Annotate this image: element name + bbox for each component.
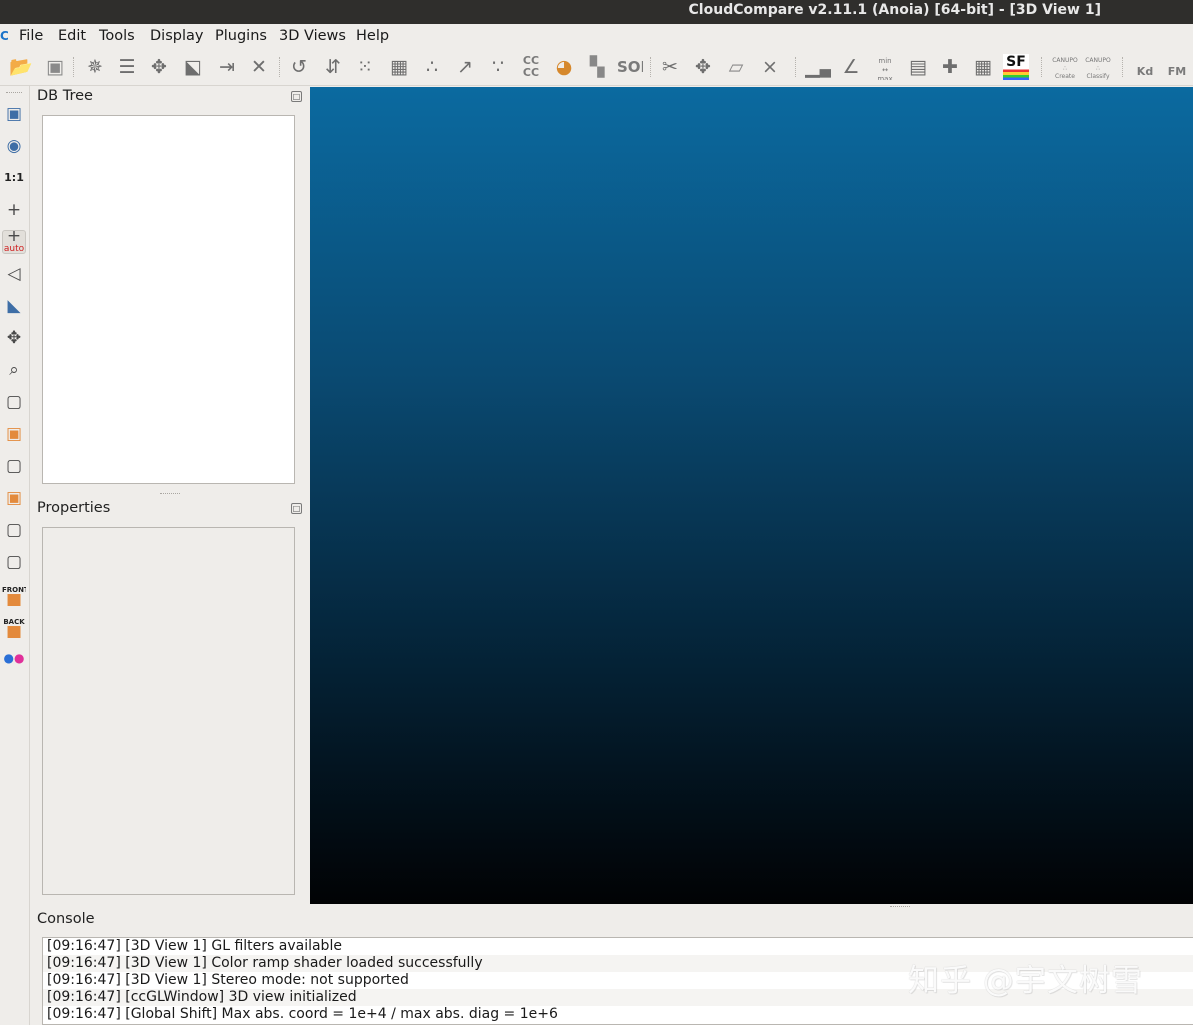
canupo-label-2: CANUPO (1085, 57, 1111, 64)
menu-plugins[interactable]: Plugins (215, 27, 267, 45)
menu-bar: C File Edit Tools Display Plugins 3D Vie… (0, 24, 1193, 48)
clone-icon[interactable]: ✵ (82, 54, 108, 80)
scale-1-1-icon[interactable]: 1:1 (2, 166, 26, 190)
checker-icon[interactable]: ▚ (584, 54, 610, 80)
menu-file[interactable]: File (19, 27, 43, 45)
view-right-icon[interactable]: ▣ (2, 486, 26, 510)
segment-icon[interactable]: ⇥ (214, 54, 240, 80)
app-logo-icon: C (0, 29, 8, 43)
panel-splitter[interactable] (160, 493, 180, 496)
db-tree-view[interactable] (42, 115, 295, 484)
window-title: CloudCompare v2.11.1 (Anoia) [64-bit] - … (688, 2, 1101, 18)
console-line: [09:16:47] [Global Shift] Max abs. coord… (47, 1006, 558, 1022)
front-label: FRONT (2, 586, 26, 594)
display-icon[interactable]: ▣ (2, 102, 26, 126)
back-label: BACK (3, 618, 25, 626)
sf-icon[interactable]: SF (1003, 54, 1029, 80)
crosshair-icon[interactable]: + (2, 198, 26, 222)
orient-icon[interactable]: ⇵ (320, 54, 346, 80)
pick-icon[interactable]: ⨯ (757, 54, 783, 80)
toolbar-separator (1122, 57, 1123, 77)
toolbar-separator (650, 57, 651, 77)
sample-icon[interactable]: ⁙ (352, 54, 378, 80)
toolbar-grip (6, 92, 22, 95)
console-title: Console (37, 911, 95, 927)
lighting-icon[interactable]: ◣ (2, 294, 26, 318)
menu-3d-views[interactable]: 3D Views (279, 27, 346, 45)
translate-icon[interactable]: ✥ (690, 54, 716, 80)
front-view-icon[interactable]: FRONT■ (2, 582, 26, 606)
save-icon[interactable]: ▣ (42, 54, 68, 80)
view-left-icon[interactable]: ▢ (2, 454, 26, 478)
properties-view[interactable] (42, 527, 295, 895)
perspective-icon[interactable]: ◁ (2, 262, 26, 286)
normals-icon[interactable]: ↺ (286, 54, 312, 80)
menu-display[interactable]: Display (150, 27, 203, 45)
3d-view[interactable] (310, 87, 1193, 904)
minmax-icon[interactable]: min ↔ max (872, 54, 898, 80)
back-view-icon[interactable]: BACK ■ (2, 614, 26, 638)
curve-icon[interactable]: ∠ (838, 54, 864, 80)
menu-edit[interactable]: Edit (58, 27, 86, 45)
camera-icon[interactable]: ◉ (2, 134, 26, 158)
toolbar-separator (279, 57, 280, 77)
toolbar-separator (795, 57, 796, 77)
canupo-classify-icon[interactable]: CANUPO ∴ Classify (1085, 54, 1111, 80)
properties-title: Properties (37, 500, 111, 516)
canupo-label: CANUPO (1052, 57, 1078, 64)
toolbar-separator (73, 57, 74, 77)
watermark: 知乎 @宇文树雪 (908, 963, 1143, 999)
properties-float-icon[interactable]: □ (291, 503, 302, 514)
view-front-cube-icon[interactable]: ▣ (2, 422, 26, 446)
view-top-icon[interactable]: ▢ (2, 390, 26, 414)
scissors-icon[interactable]: ✂ (657, 54, 683, 80)
delete-sf-icon[interactable]: ▤ (905, 54, 931, 80)
view-back-cube-icon[interactable]: ▢ (2, 550, 26, 574)
view-bottom-icon[interactable]: ▢ (2, 518, 26, 542)
mesh-icon[interactable]: ▦ (386, 54, 412, 80)
list-icon[interactable]: ☰ (114, 54, 140, 80)
subsample-icon[interactable]: ⬕ (180, 54, 206, 80)
merge-icon[interactable]: ✥ (146, 54, 172, 80)
auto-pivot-icon[interactable]: + auto (2, 230, 26, 254)
db-tree-float-icon[interactable]: □ (291, 91, 302, 102)
menu-tools[interactable]: Tools (99, 27, 135, 45)
min-label: min (878, 57, 892, 65)
histogram-icon[interactable]: ▁▃ (805, 54, 831, 80)
canupo-create-icon[interactable]: CANUPO ∴ Create (1052, 54, 1078, 80)
add-sf-icon[interactable]: ✚ (937, 54, 963, 80)
open-icon[interactable]: 📂 (8, 54, 34, 80)
console-splitter[interactable] (890, 906, 910, 909)
menu-help[interactable]: Help (356, 27, 389, 45)
cc-icon[interactable]: CC CC (518, 54, 544, 80)
zoom-icon[interactable]: ⌕ (2, 358, 26, 382)
console-line: [09:16:47] [3D View 1] GL filters availa… (47, 938, 342, 954)
delete-icon[interactable]: ✕ (246, 54, 272, 80)
sor-icon[interactable]: SOR (617, 54, 643, 80)
auto-label: auto (3, 244, 25, 254)
title-bar: CloudCompare v2.11.1 (Anoia) [64-bit] - … (0, 0, 1193, 24)
kd-icon[interactable]: Kd (1132, 54, 1158, 80)
main-toolbar: 📂 ▣ ✵ ☰ ✥ ⬕ ⇥ ✕ ↺ ⇵ ⁙ ▦ ∴ ↗ ∵ CC CC ◕ ▚ S… (0, 48, 1193, 86)
sparse-icon[interactable]: ∴ (419, 54, 445, 80)
scatter-icon[interactable]: ↗ (452, 54, 478, 80)
toolbar-separator (1041, 57, 1042, 77)
stereo-icon[interactable]: ●● (2, 646, 26, 670)
max-label: max (877, 75, 893, 80)
bucket-icon[interactable]: ◕ (551, 54, 577, 80)
plane-icon[interactable]: ▱ (723, 54, 749, 80)
cc-label-2: CC (522, 66, 540, 79)
fm-icon[interactable]: FM (1164, 54, 1190, 80)
view-toolbar: ▣ ◉ 1:1 + + auto ◁ ◣ ✥ ⌕ ▢ ▣ ▢ ▣ ▢ ▢ FRON… (0, 86, 30, 1025)
calculator-icon[interactable]: ▦ (970, 54, 996, 80)
pan-icon[interactable]: ✥ (2, 326, 26, 350)
noise-icon[interactable]: ∵ (485, 54, 511, 80)
db-tree-title: DB Tree (37, 88, 93, 104)
create-label: Create (1055, 73, 1075, 80)
classify-label: Classify (1086, 73, 1110, 80)
